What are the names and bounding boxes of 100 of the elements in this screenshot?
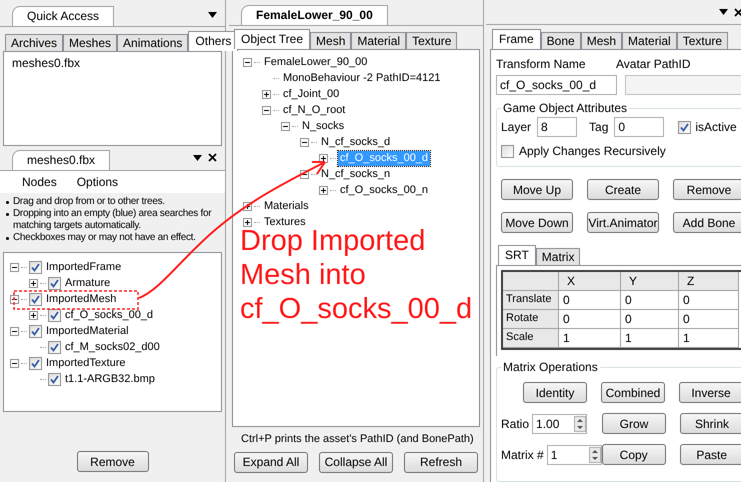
tab[interactable]: Matrix (536, 248, 580, 265)
tab[interactable]: Material (351, 32, 406, 49)
remove-button[interactable]: Remove (76, 451, 148, 472)
tree-node[interactable]: ImportedFrame (44, 260, 124, 274)
menu-item[interactable]: Options (76, 173, 118, 191)
tree-node[interactable]: N_cf_socks_n (319, 166, 392, 182)
collapse-icon[interactable] (10, 262, 19, 272)
tree-node[interactable]: cf_O_socks_00_d (63, 308, 156, 322)
hint-text: Dropping into an empty (blue) area searches for matching targets automatically. (13, 208, 212, 232)
close-icon[interactable] (734, 8, 741, 16)
matrix-button[interactable]: Paste (680, 444, 741, 465)
checkbox[interactable] (501, 144, 514, 158)
bullet-icon (6, 201, 9, 204)
matrix-button[interactable]: Shrink (680, 413, 741, 434)
tree-node[interactable]: N_cf_socks_d (319, 134, 392, 150)
matrix-button[interactable]: Copy (602, 444, 666, 465)
tree-node[interactable]: ImportedMesh (44, 292, 118, 306)
panel-title-tab[interactable]: FemaleLower_90_00 (241, 5, 388, 25)
matrix-button[interactable]: Identity (523, 382, 587, 403)
matrix-button[interactable]: Combined (601, 382, 665, 403)
checkbox[interactable] (678, 120, 692, 134)
text-field[interactable]: 8 (537, 117, 578, 137)
tab[interactable]: SRT (498, 245, 536, 265)
dropdown-icon[interactable] (193, 154, 202, 160)
checkbox[interactable] (29, 292, 42, 306)
tree-button[interactable]: Collapse All (319, 452, 393, 472)
tree-node[interactable]: ImportedTexture (44, 356, 128, 370)
tab[interactable]: Others (188, 31, 238, 51)
checkbox[interactable] (48, 372, 61, 386)
tree-node[interactable]: Armature (63, 276, 112, 290)
check-icon (31, 358, 40, 368)
checkbox[interactable] (48, 340, 61, 354)
spinner-icon[interactable] (588, 446, 601, 462)
number-field[interactable]: 1 (546, 444, 602, 464)
checkbox[interactable] (48, 276, 61, 290)
tab[interactable]: Meshes (63, 34, 118, 51)
tree-node[interactable]: MonoBehaviour -2 PathID=4121 (281, 70, 442, 86)
tree-node[interactable]: Materials (262, 198, 311, 214)
panel-title-tab[interactable]: meshes0.fbx (12, 150, 110, 170)
matrix-button[interactable]: Grow (602, 413, 666, 434)
tree-button[interactable]: Refresh (404, 452, 478, 472)
column-header: X (559, 272, 621, 291)
expand-icon[interactable] (29, 310, 38, 320)
dropdown-icon[interactable] (719, 9, 728, 15)
tab[interactable]: Mesh (310, 32, 352, 49)
dropdown-icon[interactable] (208, 12, 217, 18)
tree-node[interactable]: FemaleLower_90_00 (262, 54, 370, 70)
collapse-icon[interactable] (10, 326, 19, 336)
tree-node[interactable]: cf_O_socks_00_n (338, 182, 430, 198)
spinner-icon[interactable] (574, 416, 586, 432)
hint-text: Drag and drop from or to other trees. (13, 196, 165, 208)
collapse-icon[interactable] (10, 358, 19, 368)
tree-node[interactable]: ImportedMaterial (44, 324, 131, 338)
tab[interactable]: Mesh (580, 32, 622, 49)
checkbox[interactable] (48, 308, 61, 322)
frame-button[interactable]: Create (587, 179, 659, 200)
tab[interactable]: Texture (676, 32, 728, 49)
tree-node[interactable]: cf_Joint_00 (281, 86, 342, 102)
collapse-icon[interactable] (243, 58, 252, 66)
tab[interactable]: Object Tree (234, 29, 310, 49)
expand-icon[interactable] (319, 154, 328, 162)
tab[interactable]: Archives (5, 34, 64, 51)
tab[interactable]: Frame (492, 29, 541, 49)
expand-icon[interactable] (29, 278, 38, 288)
expand-icon[interactable] (262, 90, 271, 98)
tree-node[interactable]: cf_M_socks02_d00 (63, 340, 162, 354)
close-icon[interactable] (208, 153, 217, 162)
matrix-button[interactable]: Inverse (679, 382, 741, 403)
tree-node[interactable]: t1.1-ARGB32.bmp (63, 372, 157, 386)
tab[interactable]: Bone (540, 32, 581, 49)
text-field[interactable]: 0 (614, 117, 664, 137)
checkbox[interactable] (29, 260, 42, 274)
frame-button[interactable]: Remove (673, 179, 741, 200)
menu-item[interactable]: Nodes (22, 173, 57, 191)
tree-button[interactable]: Expand All (234, 452, 308, 472)
frame-button[interactable]: Add Bone (673, 212, 741, 233)
collapse-icon[interactable] (281, 122, 290, 130)
tab[interactable]: Material (622, 32, 677, 49)
checkbox[interactable] (29, 324, 42, 338)
collapse-icon[interactable] (300, 138, 309, 146)
header-cell (503, 272, 559, 291)
frame-button[interactable]: Virt.Animator (587, 212, 659, 233)
row-header: Translate (503, 291, 559, 310)
tree-node[interactable]: N_socks (300, 118, 346, 134)
table-cell: 0 (679, 310, 739, 329)
panel-title-tab[interactable]: Quick Access (12, 6, 114, 26)
number-field[interactable]: 1.00 (532, 414, 588, 434)
tab[interactable]: Texture (406, 32, 458, 49)
tab[interactable]: Animations (117, 34, 188, 51)
tree-node[interactable]: cf_N_O_root (281, 102, 348, 118)
expand-icon[interactable] (243, 218, 252, 226)
check-icon (31, 262, 40, 272)
file-item[interactable]: meshes0.fbx (12, 55, 213, 71)
collapse-icon[interactable] (10, 294, 19, 304)
expand-icon[interactable] (319, 186, 328, 194)
frame-button[interactable]: Move Up (501, 179, 573, 200)
frame-button[interactable]: Move Down (501, 212, 573, 233)
checkbox[interactable] (29, 356, 42, 370)
collapse-icon[interactable] (262, 106, 271, 114)
text-field[interactable]: cf_O_socks_00_d (496, 75, 617, 95)
